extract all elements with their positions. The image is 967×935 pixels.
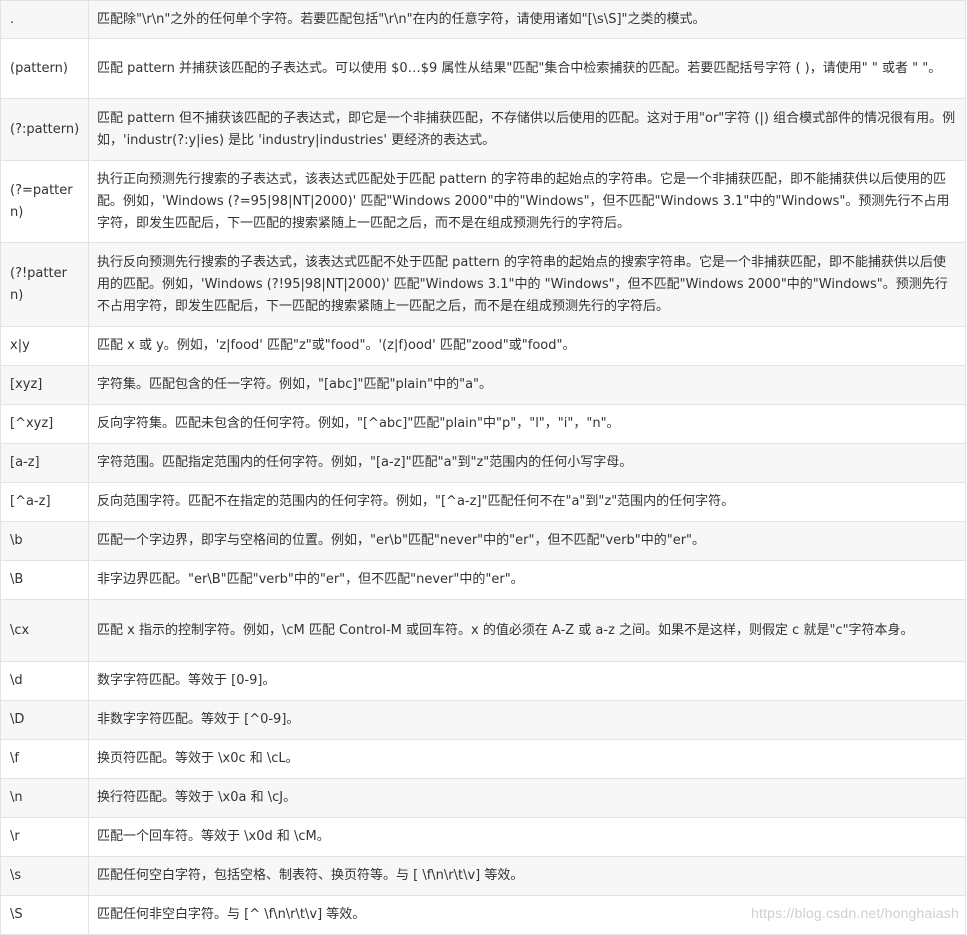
syntax-cell: [^xyz] [0,404,89,444]
table-row: [xyz] 字符集。匹配包含的任一字符。例如，"[abc]"匹配"plain"中… [0,365,966,405]
syntax-cell: (?=pattern) [0,160,89,243]
description-cell: 字符集。匹配包含的任一字符。例如，"[abc]"匹配"plain"中的"a"。 [88,365,966,405]
description-cell: 执行正向预测先行搜索的子表达式，该表达式匹配处于匹配 pattern 的字符串的… [88,160,966,243]
syntax-cell: [^a-z] [0,482,89,522]
syntax-cell: [a-z] [0,443,89,483]
table-row: (?:pattern) 匹配 pattern 但不捕获该匹配的子表达式，即它是一… [0,98,966,161]
table-row: (pattern) 匹配 pattern 并捕获该匹配的子表达式。可以使用 $0… [0,38,966,99]
table-row: \B 非字边界匹配。"er\B"匹配"verb"中的"er"，但不匹配"neve… [0,560,966,600]
table-row: \D 非数字字符匹配。等效于 [^0-9]。 [0,700,966,740]
description-cell: 数字字符匹配。等效于 [0-9]。 [88,661,966,701]
description-cell: 匹配除"\r\n"之外的任何单个字符。若要匹配包括"\r\n"在内的任意字符，请… [88,0,966,39]
table-row: \d 数字字符匹配。等效于 [0-9]。 [0,661,966,701]
table-row: [a-z] 字符范围。匹配指定范围内的任何字符。例如，"[a-z]"匹配"a"到… [0,443,966,483]
table-row: x|y 匹配 x 或 y。例如，'z|food' 匹配"z"或"food"。'(… [0,326,966,366]
description-cell: 反向字符集。匹配未包含的任何字符。例如，"[^abc]"匹配"plain"中"p… [88,404,966,444]
syntax-cell: \d [0,661,89,701]
syntax-cell: \cx [0,599,89,662]
description-cell: 匹配 pattern 但不捕获该匹配的子表达式，即它是一个非捕获匹配，不存储供以… [88,98,966,161]
table-row: (?!pattern) 执行反向预测先行搜索的子表达式，该表达式匹配不处于匹配 … [0,242,966,327]
table-row: [^xyz] 反向字符集。匹配未包含的任何字符。例如，"[^abc]"匹配"pl… [0,404,966,444]
description-cell: 匹配 x 或 y。例如，'z|food' 匹配"z"或"food"。'(z|f)… [88,326,966,366]
syntax-cell: \n [0,778,89,818]
description-cell: 非数字字符匹配。等效于 [^0-9]。 [88,700,966,740]
table-row: \f 换页符匹配。等效于 \x0c 和 \cL。 [0,739,966,779]
table-row: \b 匹配一个字边界，即字与空格间的位置。例如，"er\b"匹配"never"中… [0,521,966,561]
syntax-cell: \D [0,700,89,740]
syntax-cell: x|y [0,326,89,366]
watermark: https://blog.csdn.net/honghaiash [751,905,959,921]
description-cell: 匹配 pattern 并捕获该匹配的子表达式。可以使用 $0…$9 属性从结果"… [88,38,966,99]
syntax-cell: \B [0,560,89,600]
table-row: \cx 匹配 x 指示的控制字符。例如，\cM 匹配 Control-M 或回车… [0,599,966,662]
syntax-cell: \b [0,521,89,561]
table-row: \n 换行符匹配。等效于 \x0a 和 \cJ。 [0,778,966,818]
syntax-cell: . [0,0,89,39]
description-cell: 换行符匹配。等效于 \x0a 和 \cJ。 [88,778,966,818]
description-cell: 匹配任何空白字符，包括空格、制表符、换页符等。与 [ \f\n\r\t\v] 等… [88,856,966,896]
description-cell: 匹配一个字边界，即字与空格间的位置。例如，"er\b"匹配"never"中的"e… [88,521,966,561]
syntax-cell: \r [0,817,89,857]
description-cell: 换页符匹配。等效于 \x0c 和 \cL。 [88,739,966,779]
description-cell: 字符范围。匹配指定范围内的任何字符。例如，"[a-z]"匹配"a"到"z"范围内… [88,443,966,483]
syntax-cell: (?:pattern) [0,98,89,161]
table-row: [^a-z] 反向范围字符。匹配不在指定的范围内的任何字符。例如，"[^a-z]… [0,482,966,522]
table-row: . 匹配除"\r\n"之外的任何单个字符。若要匹配包括"\r\n"在内的任意字符… [0,0,966,39]
syntax-cell: (?!pattern) [0,242,89,327]
table-row: \s 匹配任何空白字符，包括空格、制表符、换页符等。与 [ \f\n\r\t\v… [0,856,966,896]
table-row: \r 匹配一个回车符。等效于 \x0d 和 \cM。 [0,817,966,857]
syntax-cell: [xyz] [0,365,89,405]
syntax-cell: \s [0,856,89,896]
syntax-cell: (pattern) [0,38,89,99]
description-cell: 反向范围字符。匹配不在指定的范围内的任何字符。例如，"[^a-z]"匹配任何不在… [88,482,966,522]
syntax-cell: \S [0,895,89,935]
description-cell: 匹配一个回车符。等效于 \x0d 和 \cM。 [88,817,966,857]
description-cell: 非字边界匹配。"er\B"匹配"verb"中的"er"，但不匹配"never"中… [88,560,966,600]
regex-syntax-table: . 匹配除"\r\n"之外的任何单个字符。若要匹配包括"\r\n"在内的任意字符… [0,0,966,935]
description-cell: 执行反向预测先行搜索的子表达式，该表达式匹配不处于匹配 pattern 的字符串… [88,242,966,327]
table-row: (?=pattern) 执行正向预测先行搜索的子表达式，该表达式匹配处于匹配 p… [0,160,966,243]
syntax-cell: \f [0,739,89,779]
description-cell: 匹配 x 指示的控制字符。例如，\cM 匹配 Control-M 或回车符。x … [88,599,966,662]
